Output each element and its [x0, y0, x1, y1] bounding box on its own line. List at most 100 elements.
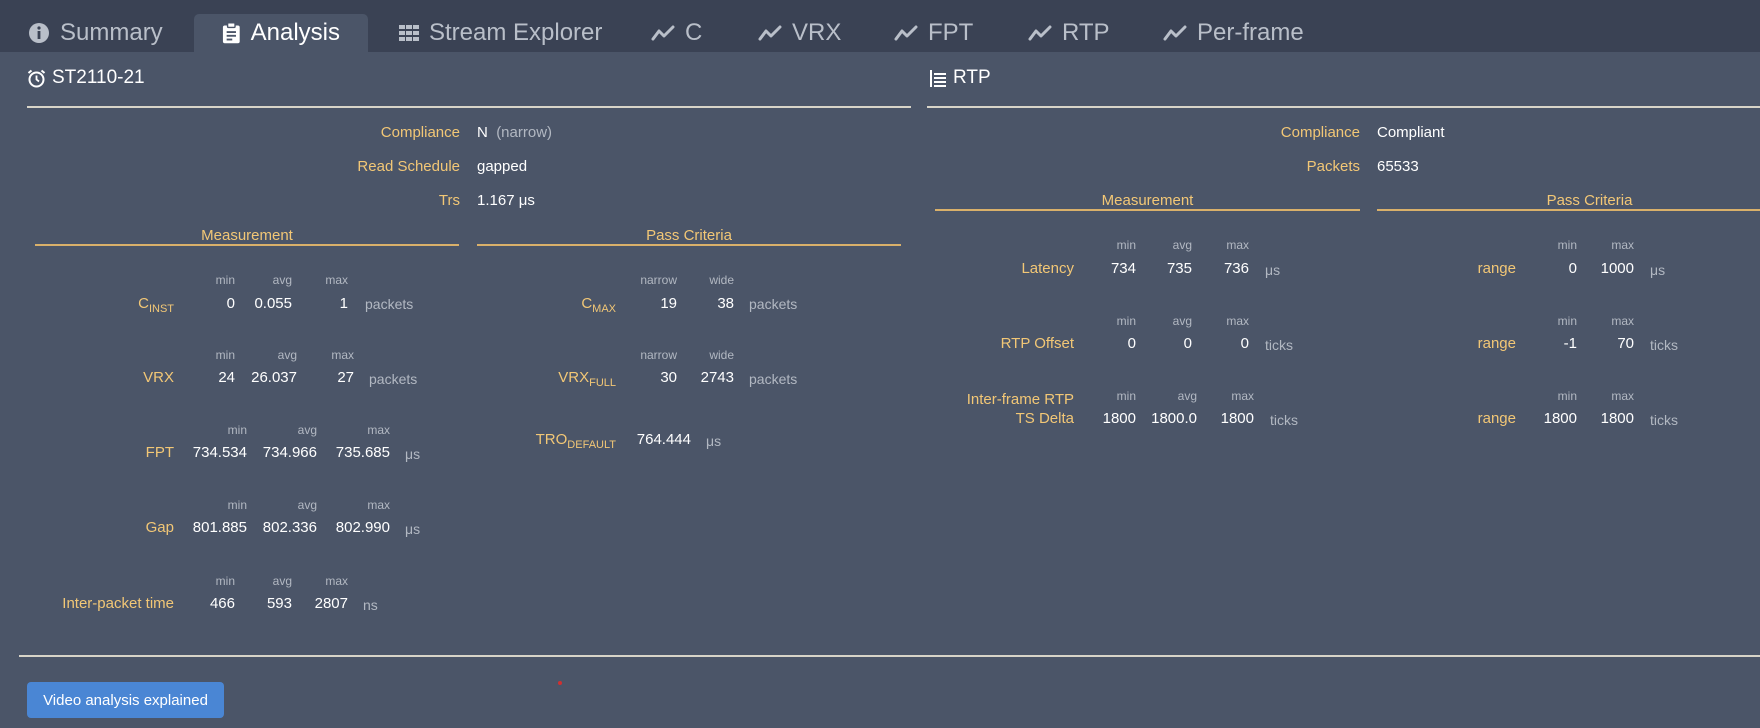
ipt-avg: 593 — [266, 595, 292, 612]
fpt-min: 734.534 — [192, 444, 247, 461]
col-header-max: max — [1611, 238, 1634, 252]
offset-max: 0 — [1240, 335, 1249, 352]
col-header-min: min — [227, 423, 247, 437]
tab-rtp[interactable]: RTP — [1028, 14, 1110, 52]
tab-label: RTP — [1062, 19, 1110, 46]
section-title-text: ST2110-21 — [52, 67, 145, 88]
tab-label: Per-frame — [1197, 19, 1304, 46]
col-header-min: min — [1116, 314, 1136, 328]
offset-min: 0 — [1127, 335, 1136, 352]
col-header-min: min — [215, 273, 235, 287]
packets-value: 65533 — [1377, 158, 1419, 175]
tab-label: Stream Explorer — [429, 19, 603, 46]
col-header-max: max — [1226, 314, 1249, 328]
range-label: range — [1477, 410, 1516, 427]
col-header-wide: wide — [709, 348, 734, 362]
range-label: range — [1477, 260, 1516, 277]
pc-offset-unit: ticks — [1650, 337, 1678, 353]
line-chart-icon — [758, 25, 782, 41]
latency-label: Latency — [1021, 260, 1074, 277]
col-header-wide: wide — [709, 273, 734, 287]
pc-latency-max: 1000 — [1600, 260, 1634, 277]
rtp-compliance-label: Compliance — [1280, 124, 1360, 141]
tab-per-frame[interactable]: Per-frame — [1163, 14, 1304, 52]
col-header-min: min — [1116, 389, 1136, 403]
compliance-note: (narrow) — [496, 124, 553, 141]
compliance-value: N (narrow) — [477, 124, 553, 141]
tab-bar: Summary Analysis Stream Explorer C VRX F… — [0, 0, 1760, 52]
tab-c[interactable]: C — [651, 14, 702, 52]
col-header-max: max — [1226, 238, 1249, 252]
tsdelta-avg: 1800.0 — [1151, 410, 1197, 427]
fpt-label: FPT — [145, 444, 174, 461]
line-chart-icon — [894, 25, 918, 41]
latency-avg: 735 — [1166, 260, 1192, 277]
tsdelta-unit: ticks — [1270, 412, 1298, 428]
col-header-max: max — [325, 273, 348, 287]
gap-label: Gap — [145, 519, 174, 536]
col-header-avg: avg — [1172, 314, 1192, 328]
rtp-measurement-header: Measurement — [1101, 192, 1194, 209]
list-icon — [930, 69, 946, 87]
rtp-compliance-value: Compliant — [1377, 124, 1445, 141]
line-chart-icon — [651, 25, 675, 41]
vrxfull-narrow: 30 — [660, 369, 677, 386]
tab-label: Analysis — [250, 19, 340, 46]
ts-delta-label-line2: TS Delta — [1015, 410, 1074, 427]
tab-stream-explorer[interactable]: Stream Explorer — [399, 14, 602, 52]
col-header-min: min — [1557, 314, 1577, 328]
fpt-max: 735.685 — [335, 444, 390, 461]
col-header-avg: avg — [297, 423, 317, 437]
section-title-text: RTP — [953, 67, 991, 88]
col-header-min: min — [227, 498, 247, 512]
offset-unit: ticks — [1265, 337, 1293, 353]
tab-label: FPT — [928, 19, 974, 46]
alarm-clock-icon — [27, 69, 46, 87]
section-divider — [27, 106, 911, 108]
pc-offset-max: 70 — [1617, 335, 1634, 352]
latency-unit: μs — [1265, 262, 1281, 278]
marker-dot — [558, 681, 562, 685]
cinst-max: 1 — [339, 295, 348, 312]
rtp-pass-criteria-underline — [1377, 209, 1760, 211]
col-header-avg: avg — [272, 273, 292, 287]
cinst-avg: 0.055 — [254, 295, 292, 312]
vrx-max: 27 — [337, 369, 354, 386]
vrx-min: 24 — [218, 369, 235, 386]
offset-avg: 0 — [1183, 335, 1192, 352]
rtp-section-title: RTP — [930, 67, 991, 89]
pc-tsdelta-max: 1800 — [1600, 410, 1634, 427]
col-header-avg: avg — [297, 498, 317, 512]
cmax-narrow: 19 — [660, 295, 677, 312]
footer-divider — [19, 655, 1760, 657]
pc-tsdelta-unit: ticks — [1650, 412, 1678, 428]
vrxfull-wide: 2743 — [700, 369, 734, 386]
info-icon — [29, 23, 49, 43]
ipt-min: 466 — [209, 595, 235, 612]
col-header-max: max — [331, 348, 354, 362]
compliance-label: Compliance — [380, 124, 460, 141]
pc-latency-min: 0 — [1568, 260, 1577, 277]
video-analysis-explained-button[interactable]: Video analysis explained — [27, 682, 224, 718]
col-header-min: min — [1557, 389, 1577, 403]
col-header-max: max — [1611, 389, 1634, 403]
col-header-min: min — [215, 348, 235, 362]
rtp-offset-label: RTP Offset — [1000, 335, 1074, 352]
fpt-unit: μs — [405, 446, 421, 462]
col-header-avg: avg — [1177, 389, 1197, 403]
col-header-narrow: narrow — [640, 348, 677, 362]
pc-offset-min: -1 — [1563, 335, 1577, 352]
tab-analysis[interactable]: Analysis — [194, 14, 368, 52]
tsdelta-max: 1800 — [1220, 410, 1254, 427]
vrx-avg: 26.037 — [251, 369, 297, 386]
pass-criteria-underline — [477, 244, 901, 246]
tab-fpt[interactable]: FPT — [894, 14, 973, 52]
cinst-min: 0 — [226, 295, 235, 312]
tab-summary[interactable]: Summary — [28, 14, 163, 52]
col-header-max: max — [1611, 314, 1634, 328]
tab-vrx[interactable]: VRX — [758, 14, 841, 52]
fpt-avg: 734.966 — [262, 444, 317, 461]
ipt-unit: ns — [363, 597, 378, 613]
col-header-max: max — [1231, 389, 1254, 403]
section-divider — [927, 106, 1760, 108]
